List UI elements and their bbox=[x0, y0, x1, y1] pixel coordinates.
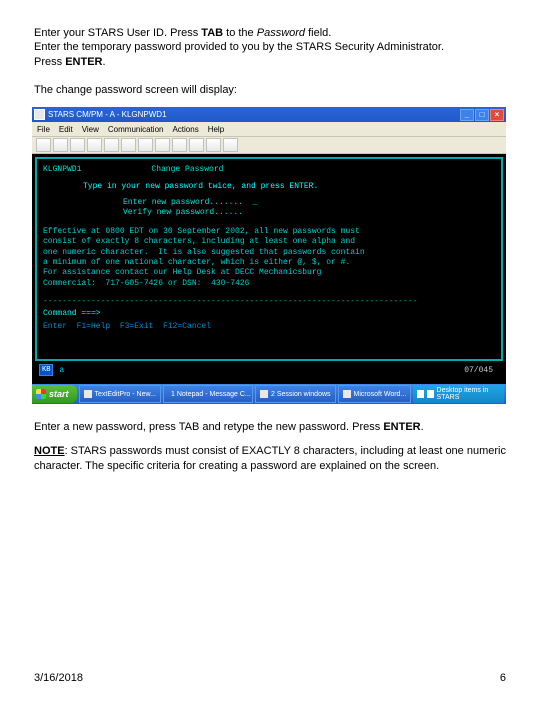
intro-line1-post: field. bbox=[305, 27, 331, 39]
keyboard-indicator-icon: KB bbox=[39, 364, 53, 376]
start-label: start bbox=[49, 389, 69, 399]
screenshot: STARS CM/PM - A - KLGNPWD1 _ □ × File Ed… bbox=[32, 107, 506, 404]
note-label: NOTE bbox=[34, 445, 65, 457]
toolbar-button[interactable] bbox=[70, 138, 85, 152]
terminal-screen[interactable]: KLGNPWD1 Change Password Type in your new … bbox=[35, 157, 503, 361]
toolbar-button[interactable] bbox=[206, 138, 221, 152]
toolbar-button[interactable] bbox=[172, 138, 187, 152]
note-body: : STARS passwords must consist of EXACTL… bbox=[34, 445, 506, 471]
app-icon bbox=[84, 390, 92, 398]
enter-key-1: ENTER bbox=[65, 56, 102, 68]
tray-icon bbox=[417, 390, 424, 398]
menu-help[interactable]: Help bbox=[208, 125, 224, 134]
window-title: STARS CM/PM - A - KLGNPWD1 bbox=[48, 111, 167, 119]
intro-line1-mid: to the bbox=[223, 27, 257, 39]
menu-file[interactable]: File bbox=[37, 125, 50, 134]
intro-paragraph: Enter your STARS User ID. Press TAB to t… bbox=[34, 26, 506, 69]
intro-line3-post: . bbox=[102, 56, 105, 68]
close-button[interactable]: × bbox=[490, 109, 504, 121]
after-p1-pre: Enter a new password, press TAB and rety… bbox=[34, 421, 383, 433]
terminal-frame: KLGNPWD1 Change Password Type in your new … bbox=[32, 154, 506, 384]
toolbar-button[interactable] bbox=[121, 138, 136, 152]
intro-line2: Enter the temporary password provided to… bbox=[34, 41, 444, 53]
intro-line3-pre: Press bbox=[34, 56, 65, 68]
toolbar-button[interactable] bbox=[189, 138, 204, 152]
maximize-button[interactable]: □ bbox=[475, 109, 489, 121]
menu-bar: File Edit View Communication Actions Hel… bbox=[32, 122, 506, 137]
window-icon bbox=[34, 109, 45, 120]
page: Enter your STARS User ID. Press TAB to t… bbox=[0, 0, 540, 720]
separator: ----------------------------------------… bbox=[43, 297, 495, 307]
app-icon bbox=[260, 390, 268, 398]
tab-key: TAB bbox=[201, 27, 223, 39]
terminal-statusbar: KB a 07/045 bbox=[35, 361, 503, 381]
system-tray[interactable]: Desktop items in STARS bbox=[413, 385, 504, 403]
app-icon bbox=[343, 390, 351, 398]
footer-date: 3/16/2018 bbox=[34, 672, 83, 684]
after-p1-post: . bbox=[421, 421, 424, 433]
after-screenshot-text: Enter a new password, press TAB and rety… bbox=[34, 420, 506, 473]
toolbar-button[interactable] bbox=[155, 138, 170, 152]
enter-new-password-field[interactable]: Enter new password....... _ bbox=[123, 198, 495, 208]
toolbar-button[interactable] bbox=[104, 138, 119, 152]
verify-new-password-field[interactable]: Verify new password...... bbox=[123, 208, 495, 218]
screen-id: KLGNPWD1 bbox=[43, 165, 81, 175]
command-line[interactable]: Command ===> bbox=[43, 309, 495, 319]
status-a: a bbox=[59, 366, 64, 375]
password-word: Password bbox=[257, 27, 305, 39]
start-button[interactable]: start bbox=[32, 385, 77, 403]
toolbar-button[interactable] bbox=[138, 138, 153, 152]
menu-actions[interactable]: Actions bbox=[172, 125, 198, 134]
instruction-line: Type in your new password twice, and pre… bbox=[83, 182, 495, 192]
taskbar-item[interactable]: 1 Notepad - Message C... bbox=[163, 385, 253, 403]
toolbar-button[interactable] bbox=[223, 138, 238, 152]
taskbar: start TextEditPro - New... 1 Notepad - M… bbox=[32, 384, 506, 404]
footer-page-number: 6 bbox=[500, 672, 506, 684]
fkey-hints: Enter F1=Help F3=Exit F12=Cancel bbox=[43, 322, 495, 332]
screen-title: Change Password bbox=[151, 165, 223, 175]
taskbar-item[interactable]: Microsoft Word... bbox=[338, 385, 412, 403]
tray-text: Desktop items in STARS bbox=[437, 387, 500, 401]
window-titlebar: STARS CM/PM - A - KLGNPWD1 _ □ × bbox=[32, 107, 506, 122]
tray-icon bbox=[427, 390, 434, 398]
menu-communication[interactable]: Communication bbox=[108, 125, 164, 134]
toolbar-button[interactable] bbox=[36, 138, 51, 152]
page-footer: 3/16/2018 6 bbox=[34, 672, 506, 684]
toolbar bbox=[32, 137, 506, 154]
taskbar-item[interactable]: TextEditPro - New... bbox=[79, 385, 161, 403]
menu-view[interactable]: View bbox=[82, 125, 99, 134]
minimize-button[interactable]: _ bbox=[460, 109, 474, 121]
windows-logo-icon bbox=[36, 389, 46, 399]
menu-edit[interactable]: Edit bbox=[59, 125, 73, 134]
password-policy-text: Effective at 0800 EDT on 30 September 20… bbox=[43, 227, 495, 289]
lead-text: The change password screen will display: bbox=[34, 83, 506, 97]
toolbar-button[interactable] bbox=[87, 138, 102, 152]
intro-line1-pre: Enter your STARS User ID. Press bbox=[34, 27, 201, 39]
cursor-position: 07/045 bbox=[464, 366, 493, 375]
enter-key-2: ENTER bbox=[383, 421, 420, 433]
toolbar-button[interactable] bbox=[53, 138, 68, 152]
taskbar-item[interactable]: 2 Session windows bbox=[255, 385, 336, 403]
